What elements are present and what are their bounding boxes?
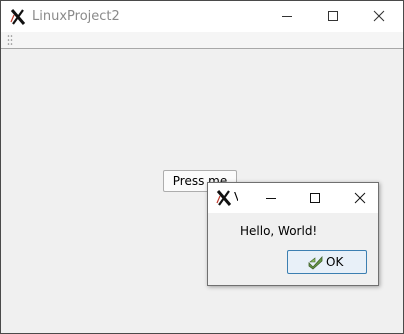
toolbar-area [1, 32, 403, 49]
close-icon [354, 192, 366, 204]
maximize-icon [328, 11, 338, 21]
dialog-maximize-button[interactable] [294, 183, 336, 213]
close-button[interactable] [357, 1, 403, 32]
maximize-button[interactable] [311, 1, 357, 32]
minimize-icon [266, 198, 276, 199]
window-title: LinuxProject2 [32, 9, 120, 24]
close-icon [373, 10, 385, 22]
minimize-button[interactable] [265, 1, 311, 32]
dialog-titlebar[interactable]: V [208, 183, 378, 213]
maximize-icon [310, 193, 320, 203]
dialog-title: V [234, 190, 238, 204]
message-dialog: V Hello, World! OK [207, 182, 379, 286]
ok-button[interactable]: OK [287, 250, 367, 274]
ok-label: OK [326, 255, 344, 269]
dialog-close-button[interactable] [339, 183, 381, 213]
x-logo-icon [10, 9, 26, 25]
ok-check-icon [308, 255, 323, 270]
toolbar-grip-icon[interactable] [7, 34, 13, 46]
dialog-message: Hello, World! [240, 224, 318, 238]
main-titlebar[interactable]: LinuxProject2 [1, 1, 403, 32]
minimize-icon [282, 16, 292, 17]
x-logo-icon [216, 190, 232, 206]
dialog-minimize-button[interactable] [250, 183, 292, 213]
